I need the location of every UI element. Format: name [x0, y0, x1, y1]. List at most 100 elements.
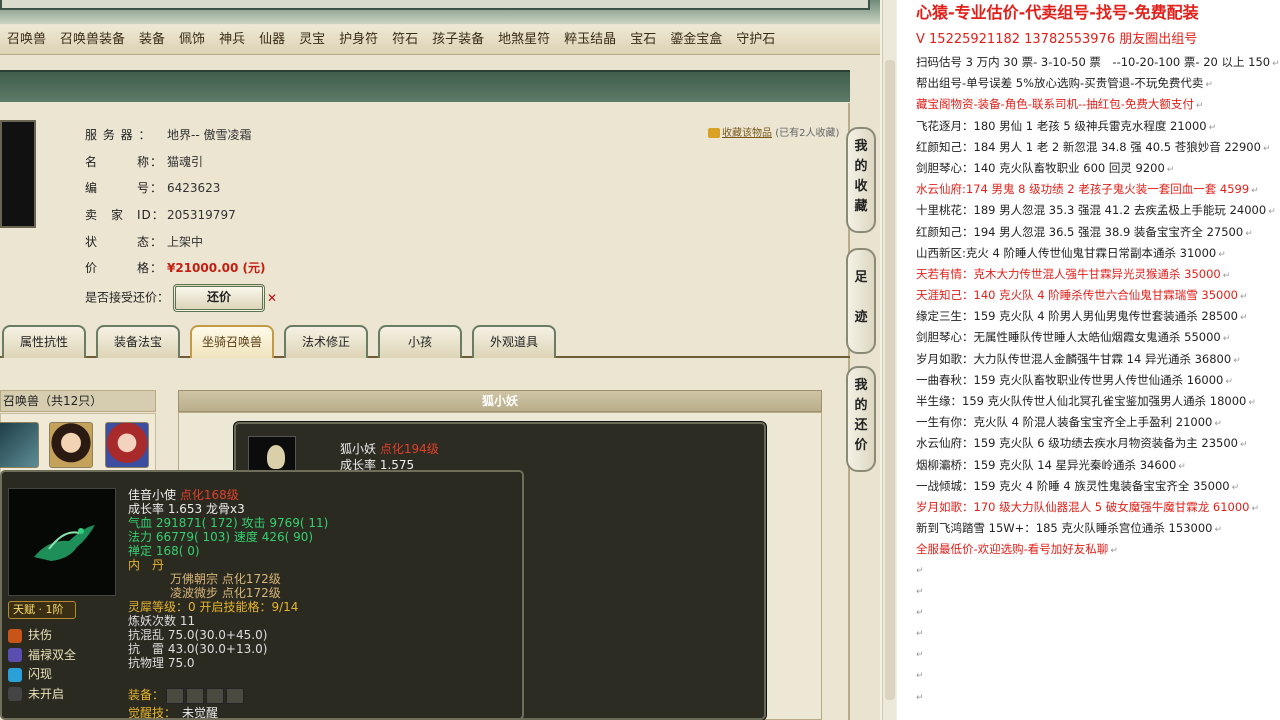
category-item[interactable]: 地煞星符	[491, 25, 557, 55]
ad-line-text: 水云仙府:174 男鬼 8 级功绩 2 老孩子鬼火装一套回血一套 4599	[916, 182, 1250, 197]
ad-line-text: 天若有情：克木大力传世混人强牛甘霖异光灵猴通杀 35000	[916, 266, 1221, 281]
listing-row: 名 称： 猫魂引	[85, 149, 277, 176]
tab-item[interactable]: 外观道具	[472, 325, 556, 358]
close-icon[interactable]: ✕	[267, 291, 277, 305]
return-mark: ↵	[1225, 376, 1233, 387]
listing-row: 编 号： 6423623	[85, 175, 277, 202]
ad-line-text: 岁月如歌：大力队传世混人金麟强牛甘霖 14 异光通杀 36800	[916, 351, 1232, 366]
flash-icon	[8, 667, 22, 682]
bird-soul: 灵犀等级：0 开启技能格：9/14	[128, 600, 299, 614]
category-item[interactable]: 宝石	[623, 25, 663, 55]
return-mark: ↵	[1222, 270, 1231, 281]
listing-row-label: 服 务 器 ：	[85, 128, 152, 142]
bird-mp: 法力 66779( 103) 速度 426( 90)	[128, 530, 314, 544]
skill-item[interactable]: 闪现	[8, 665, 76, 685]
scrollbar[interactable]	[882, 0, 896, 720]
ad-line-text: 剑胆琴心：无属性睡队传世睡人太皓仙烟霞女鬼通杀 55000	[916, 330, 1221, 345]
tab-item[interactable]: 小孩	[378, 325, 462, 358]
listing-row: 服 务 器 ： 地界-- 傲雪凌霜	[85, 122, 277, 149]
return-mark: ↵	[1195, 101, 1204, 112]
bird-neidan-label: 内 丹	[128, 558, 165, 572]
listing-row-label: 编 号：	[85, 181, 164, 196]
ad-line: 一生有你：克火队 4 阶混人装备宝宝齐全上手盈利 21000 ↵	[916, 412, 1280, 433]
tab-item[interactable]: 装备法宝	[96, 325, 180, 358]
pet-avatar[interactable]	[0, 422, 39, 468]
category-item[interactable]: 召唤兽	[0, 25, 53, 55]
ad-line: 一曲春秋：159 克火队畜牧职业传世男人传世仙通杀 16000 ↵	[916, 370, 1280, 391]
tab-item[interactable]: 法术修正	[284, 325, 368, 358]
category-item[interactable]: 孩子装备	[425, 25, 491, 55]
locked-slot-icon	[8, 687, 22, 701]
bird-neidan-1: 万佛朝宗 点化172级	[170, 572, 281, 586]
return-mark: ↵	[1214, 419, 1222, 430]
category-item[interactable]: 装备	[132, 25, 172, 55]
favorite-icon[interactable]	[708, 128, 720, 138]
return-mark: ↵	[916, 607, 924, 618]
ad-line-text: 飞花逐月：180 男仙 1 老孩 5 级神兵雷克水程度 21000	[916, 118, 1207, 133]
side-tab-history[interactable]: 足迹	[846, 248, 876, 354]
tooltip-pet-bird: 天赋 · 1阶 扶伤 福禄双全 闪现 未开启 佳音小使 点化168级 成长率 1…	[0, 470, 524, 720]
category-item[interactable]: 召唤兽装备	[53, 25, 132, 55]
category-item[interactable]: 护身符	[332, 25, 385, 55]
return-mark: ↵	[1272, 59, 1280, 69]
equip-slot[interactable]	[166, 687, 185, 704]
bird-refine: 炼妖次数 11	[128, 614, 196, 628]
favorite-link[interactable]: 收藏该物品	[722, 128, 772, 139]
ad-line: 帮出组号-单号误差 5%放心选购-买贵管退-不玩免费代卖 ↵	[916, 73, 1280, 94]
side-tab-offers[interactable]: 我的还价	[846, 366, 876, 472]
ad-line: 扫码估号 3 万内 30 票- 3-10-50 票 --10-20-100 票-…	[916, 52, 1280, 73]
listing-row-value: 上架中	[167, 234, 204, 249]
ad-line: 缘定三生：159 克火队 4 阶男人男仙男鬼传世套装通杀 28500 ↵	[916, 306, 1280, 327]
category-item[interactable]: 仙器	[252, 25, 292, 55]
ad-line-text: 半生缘：159 克火队传世人仙北冥孔雀宝鉴加强男人通杀 18000	[916, 394, 1247, 408]
ad-line: 新到飞鸿踏雪 15W+：185 克火队睡杀宫位通杀 153000 ↵	[916, 518, 1280, 539]
skill-item[interactable]: 未开启	[8, 685, 76, 705]
ad-line-text: 烟柳灞桥：159 克火队 14 星异光秦岭通杀 34600	[916, 457, 1177, 472]
category-item[interactable]: 粹玉结晶	[557, 25, 623, 55]
pet-detail-title: 狐小妖	[178, 390, 822, 412]
return-mark: ↵	[1251, 503, 1260, 514]
bird-level: 点化168级	[179, 488, 239, 502]
ad-line: 天若有情：克木大力传世混人强牛甘霖异光灵猴通杀 35000 ↵	[916, 264, 1280, 285]
return-mark: ↵	[916, 565, 924, 576]
return-mark: ↵	[916, 650, 924, 661]
skill-item[interactable]: 扶伤	[8, 626, 76, 646]
pets-header: 召唤兽（共12只）	[0, 390, 156, 412]
side-tab-favorites[interactable]: 我的收藏	[846, 127, 876, 233]
category-item[interactable]: 鎏金宝盒	[663, 25, 729, 55]
scrollbar-thumb[interactable]	[885, 60, 895, 700]
equip-slot[interactable]	[186, 687, 205, 704]
listing-row-value: 205319797	[167, 208, 236, 223]
category-item[interactable]: 灵宝	[292, 25, 332, 55]
tab-item[interactable]: 坐骑召唤兽	[190, 325, 274, 358]
listing-row: 状 态： 上架中	[85, 229, 277, 256]
bird-icon	[34, 525, 95, 561]
spiral-icon	[8, 648, 22, 662]
return-mark: ↵	[1205, 80, 1213, 91]
ad-line-text: 剑胆琴心：140 克火队畜牧职业 600 回灵 9200	[916, 160, 1165, 175]
ad-line-text: 藏宝阁物资-装备-角色-联系司机--抽红包-免费大额支付	[916, 97, 1194, 112]
counter-offer-button[interactable]: 还价	[173, 284, 266, 313]
ad-document: 心猿-专业估价-代卖组号-找号-免费配装 V 15225921182 13782…	[897, 0, 1280, 720]
return-mark: ↵	[1239, 292, 1248, 303]
pet-avatar[interactable]	[105, 422, 149, 468]
category-item[interactable]: 神兵	[212, 25, 252, 55]
listing-info: 服 务 器 ：地界-- 傲雪凌霜名 称： 猫魂引编 号： 6423623 卖 家 ID…	[85, 122, 277, 313]
tab-item[interactable]: 属性抗性	[2, 325, 86, 358]
bird-growth: 成长率 1.653 龙骨x3	[128, 502, 245, 516]
skill-item[interactable]: 福禄双全	[8, 646, 76, 666]
pet-avatar[interactable]	[49, 422, 93, 468]
return-mark: ↵	[916, 629, 924, 640]
flame-icon	[8, 628, 22, 643]
ad-line-text: 十里桃花：189 男人忽混 35.3 强混 41.2 去疾孟极上手能玩 2400…	[916, 203, 1267, 218]
category-item[interactable]: 符石	[385, 25, 425, 55]
trade-page: 召唤兽 召唤兽装备 装备 佩饰 神兵 仙器 灵宝 护身符 符石 孩子装备 地煞星符 粹玉结晶 宝石 鎏金宝…	[0, 0, 880, 720]
category-item[interactable]: 守护石	[729, 25, 782, 55]
listing-row: 卖 家 ID： 205319797	[85, 202, 277, 229]
return-mark: ↵	[1251, 186, 1259, 197]
ad-line: 烟柳灞桥：159 克火队 14 星异光秦岭通杀 34600 ↵	[916, 455, 1280, 476]
equip-slot[interactable]	[206, 687, 225, 704]
category-item[interactable]: 佩饰	[172, 25, 212, 55]
equip-slot[interactable]	[226, 687, 245, 704]
ad-line: 红颜知己：184 男人 1 老 2 新忽混 34.8 强 40.5 苍狼妙音 2…	[916, 137, 1280, 158]
